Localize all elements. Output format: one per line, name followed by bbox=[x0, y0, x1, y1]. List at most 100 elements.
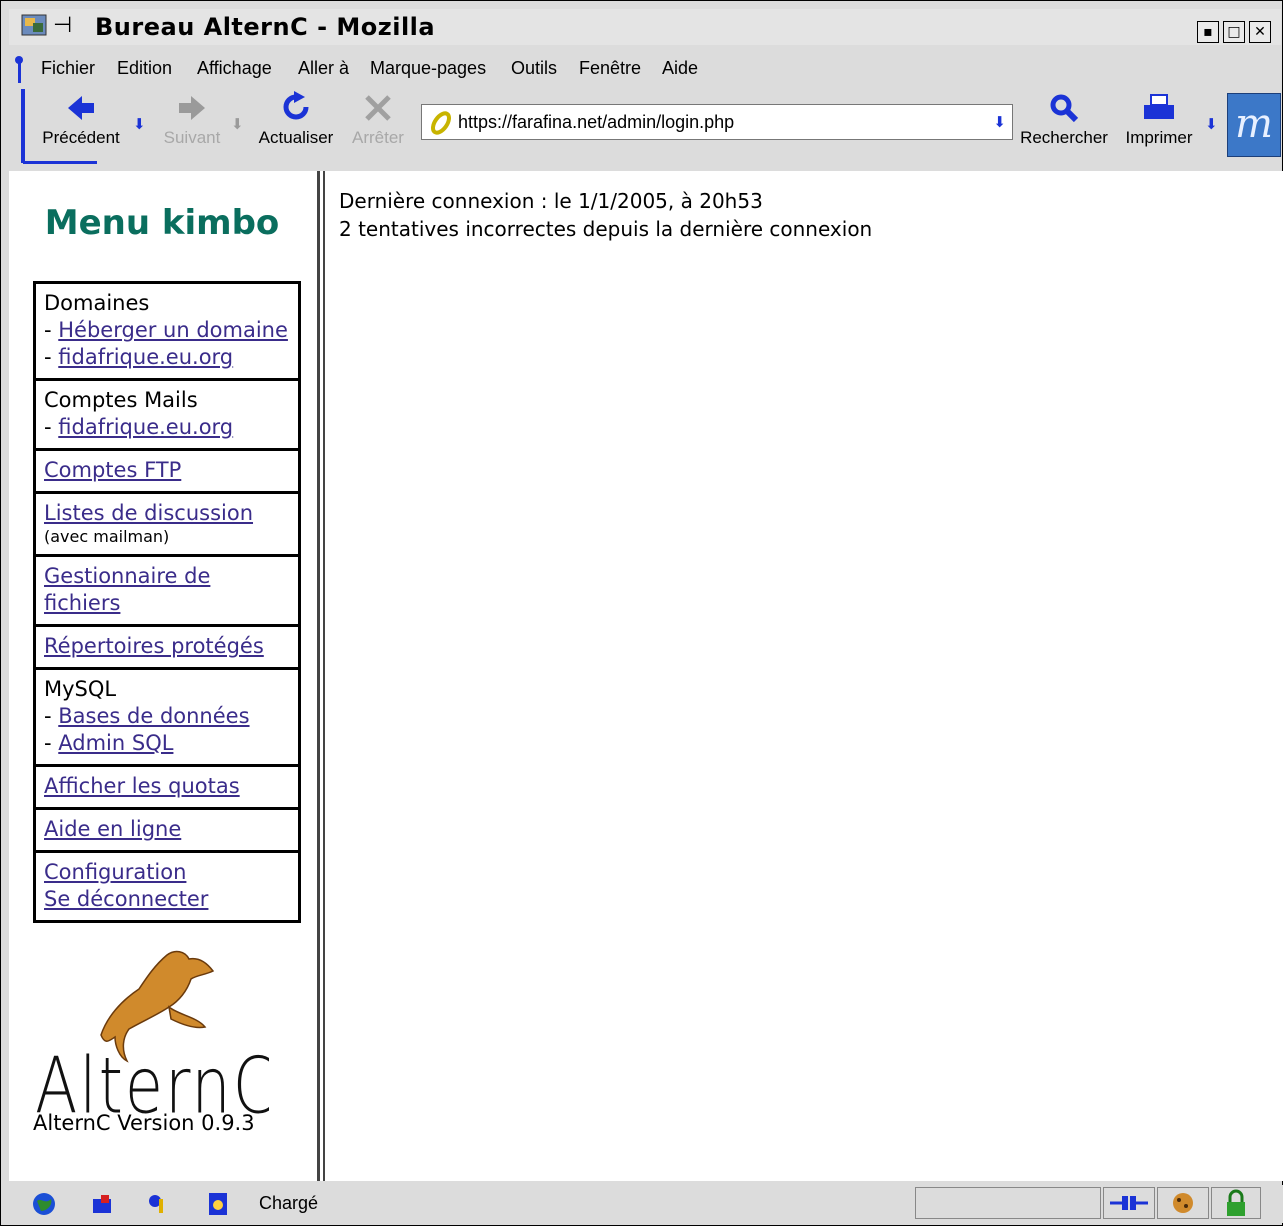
link-domain-fidafrique[interactable]: fidafrique.eu.org bbox=[58, 345, 233, 369]
alternc-logo: AlternC bbox=[35, 950, 269, 1125]
window-title: Bureau AlternC - Mozilla bbox=[95, 13, 436, 41]
main-panel: Dernière connexion : le 1/1/2005, à 20h5… bbox=[339, 187, 872, 243]
menu-section-ftp: Comptes FTP bbox=[36, 451, 298, 494]
url-dropdown-icon[interactable]: ⬇ bbox=[993, 113, 1006, 131]
minimize-button[interactable]: ▪ bbox=[1197, 21, 1219, 43]
toolbar-grip-bar bbox=[23, 161, 97, 164]
online-status-panel[interactable] bbox=[1103, 1187, 1155, 1219]
close-icon: ✕ bbox=[1254, 24, 1266, 40]
print-label: Imprimer bbox=[1125, 128, 1193, 147]
url-input[interactable]: https://farafina.net/admin/login.php bbox=[458, 105, 734, 139]
composer-icon[interactable] bbox=[145, 1191, 171, 1217]
progress-panel bbox=[915, 1187, 1101, 1219]
security-panel[interactable] bbox=[1211, 1187, 1261, 1219]
app-icon bbox=[21, 14, 47, 36]
search-label: Rechercher bbox=[1020, 128, 1108, 147]
forward-button[interactable]: Suivant bbox=[157, 93, 227, 148]
link-bases-donnees[interactable]: Bases de données bbox=[58, 704, 249, 728]
navigator-icon[interactable] bbox=[31, 1191, 57, 1217]
back-dropdown-icon[interactable]: ⬇ bbox=[133, 115, 146, 133]
title-bar[interactable]: ⊣ Bureau AlternC - Mozilla ▪ □ ✕ bbox=[9, 9, 1281, 45]
menu-aide[interactable]: Aide bbox=[662, 51, 698, 85]
link-repertoires-proteges[interactable]: Répertoires protégés bbox=[44, 634, 264, 658]
menu-section-domaines: Domaines - Héberger un domaine - fidafri… bbox=[36, 284, 298, 381]
last-login-text: Dernière connexion : le 1/1/2005, à 20h5… bbox=[339, 189, 763, 213]
menu-outils[interactable]: Outils bbox=[511, 51, 557, 85]
list-item: - fidafrique.eu.org bbox=[44, 345, 234, 369]
print-button[interactable]: Imprimer bbox=[1119, 93, 1199, 148]
link-gestionnaire-fichiers[interactable]: Gestionnaire de fichiers bbox=[44, 564, 210, 615]
reload-icon bbox=[283, 91, 309, 120]
link-listes-discussion[interactable]: Listes de discussion bbox=[44, 501, 253, 525]
toolbar-grip-icon[interactable] bbox=[21, 89, 25, 163]
list-item: - Bases de données bbox=[44, 704, 250, 728]
list-item: - Héberger un domaine bbox=[44, 318, 288, 342]
cookie-panel[interactable] bbox=[1157, 1187, 1209, 1219]
list-item: - fidafrique.eu.org bbox=[44, 415, 234, 439]
reload-label: Actualiser bbox=[258, 128, 334, 147]
link-afficher-quotas[interactable]: Afficher les quotas bbox=[44, 774, 240, 798]
menu-edition[interactable]: Edition bbox=[117, 51, 172, 85]
back-button[interactable]: Précédent bbox=[35, 93, 127, 148]
menu-fenetre[interactable]: Fenêtre bbox=[579, 51, 641, 85]
menu-section-mysql: MySQL - Bases de données - Admin SQL bbox=[36, 670, 298, 767]
back-label: Précédent bbox=[42, 128, 120, 147]
link-configuration[interactable]: Configuration bbox=[44, 860, 186, 884]
menu-affichage[interactable]: Affichage bbox=[197, 51, 272, 85]
menu-fichier[interactable]: Fichier bbox=[41, 51, 95, 85]
pin-icon[interactable]: ⊣ bbox=[53, 9, 72, 43]
search-button[interactable]: Rechercher bbox=[1015, 93, 1113, 148]
ssl-lock-icon bbox=[431, 111, 451, 135]
status-bar: Chargé bbox=[9, 1185, 1283, 1223]
back-arrow-icon bbox=[68, 96, 94, 120]
url-bar[interactable]: https://farafina.net/admin/login.php ⬇ bbox=[421, 104, 1013, 140]
lock-icon bbox=[1227, 1189, 1245, 1216]
search-icon bbox=[1050, 94, 1079, 123]
menu-section-repertoires: Répertoires protégés bbox=[36, 627, 298, 670]
section-label: Comptes Mails bbox=[44, 388, 198, 412]
maximize-icon: □ bbox=[1227, 24, 1241, 40]
menubar-grip-icon bbox=[15, 56, 23, 83]
menu-section-config: Configuration Se déconnecter bbox=[36, 853, 298, 920]
stop-label: Arrêter bbox=[352, 128, 404, 147]
status-text: Chargé bbox=[259, 1193, 319, 1213]
reload-button[interactable]: Actualiser bbox=[255, 91, 337, 148]
link-aide-en-ligne[interactable]: Aide en ligne bbox=[44, 817, 181, 841]
menu-marque-pages[interactable]: Marque-pages bbox=[370, 51, 486, 85]
link-se-deconnecter[interactable]: Se déconnecter bbox=[44, 887, 208, 911]
stop-icon bbox=[365, 95, 391, 121]
navigation-toolbar: Précédent ⬇ Suivant ⬇ Actualiser Arrêter bbox=[9, 87, 1281, 169]
maximize-button[interactable]: □ bbox=[1223, 21, 1245, 43]
page-content: Menu kimbo Domaines - Héberger un domain… bbox=[9, 171, 1283, 1181]
forward-label: Suivant bbox=[163, 128, 221, 147]
version-label: AlternC Version 0.9.3 bbox=[33, 1111, 255, 1135]
mail-icon[interactable] bbox=[89, 1191, 115, 1217]
menu-aller[interactable]: Aller à bbox=[298, 51, 349, 85]
forward-arrow-icon bbox=[179, 96, 205, 120]
menu-section-fichiers: Gestionnaire de fichiers bbox=[36, 557, 298, 627]
failed-attempts-text: 2 tentatives incorrectes depuis la derni… bbox=[339, 217, 873, 241]
frame-divider[interactable] bbox=[317, 171, 325, 1181]
menu-section-listes: Listes de discussion (avec mailman) bbox=[36, 494, 298, 557]
printer-icon bbox=[1144, 94, 1174, 119]
link-mail-fidafrique[interactable]: fidafrique.eu.org bbox=[58, 415, 233, 439]
stop-button[interactable]: Arrêter bbox=[345, 93, 411, 148]
browser-window: ⊣ Bureau AlternC - Mozilla ▪ □ ✕ Fichier… bbox=[0, 0, 1283, 1226]
cookie-icon bbox=[1173, 1193, 1193, 1213]
listes-note: (avec mailman) bbox=[44, 527, 170, 546]
menu-section-mails: Comptes Mails - fidafrique.eu.org bbox=[36, 381, 298, 451]
menu-section-quotas: Afficher les quotas bbox=[36, 767, 298, 810]
menu-bar: Fichier Edition Affichage Aller à Marque… bbox=[9, 51, 1281, 85]
sidebar-title: Menu kimbo bbox=[44, 203, 280, 243]
sidebar: Menu kimbo Domaines - Héberger un domain… bbox=[9, 171, 315, 1181]
mozilla-logo-icon[interactable]: m bbox=[1227, 93, 1281, 157]
section-label: Domaines bbox=[44, 291, 150, 315]
link-admin-sql[interactable]: Admin SQL bbox=[58, 731, 173, 755]
link-comptes-ftp[interactable]: Comptes FTP bbox=[44, 458, 181, 482]
address-book-icon[interactable] bbox=[205, 1191, 231, 1217]
link-heberger-domaine[interactable]: Héberger un domaine bbox=[58, 318, 288, 342]
print-dropdown-icon[interactable]: ⬇ bbox=[1205, 115, 1218, 133]
forward-dropdown-icon[interactable]: ⬇ bbox=[231, 115, 244, 133]
menu-section-aide: Aide en ligne bbox=[36, 810, 298, 853]
close-button[interactable]: ✕ bbox=[1249, 21, 1271, 43]
